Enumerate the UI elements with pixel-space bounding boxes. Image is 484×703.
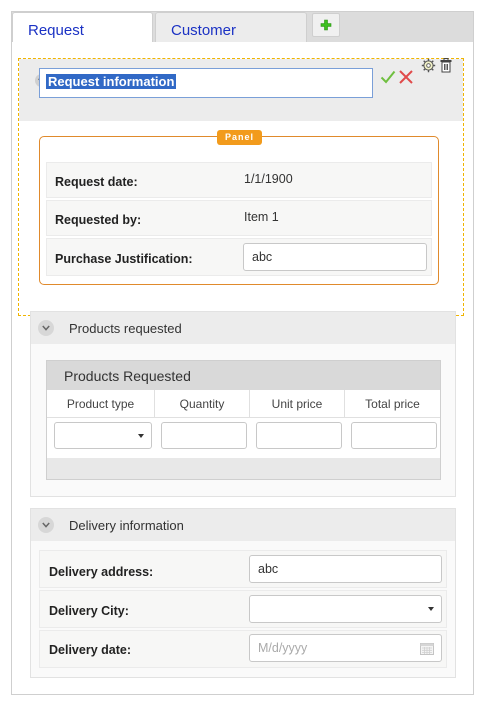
products-section: Products requested Products Requested Pr… bbox=[30, 311, 456, 497]
tab-bar: Request Customer bbox=[12, 12, 473, 43]
request-date-value: 1/1/1900 bbox=[244, 172, 293, 186]
chevron-down-icon[interactable] bbox=[38, 320, 54, 336]
field-row-requested-by: Requested by: Item 1 bbox=[46, 200, 432, 236]
panel-badge: Panel bbox=[217, 130, 263, 145]
column-header-unit-price[interactable]: Unit price bbox=[250, 390, 345, 418]
product-type-select[interactable] bbox=[54, 422, 152, 449]
section-title-text: Request information bbox=[46, 74, 177, 89]
panel-container: Panel Request date: 1/1/1900 Requested b… bbox=[39, 130, 439, 285]
tab-customer[interactable]: Customer bbox=[155, 12, 307, 42]
quantity-input[interactable] bbox=[161, 422, 247, 449]
request-date-label: Request date: bbox=[55, 175, 138, 189]
add-tab-button[interactable] bbox=[312, 13, 340, 37]
delivery-date-input[interactable]: M/d/yyyy bbox=[249, 634, 442, 662]
column-header-quantity[interactable]: Quantity bbox=[155, 390, 250, 418]
requested-by-label: Requested by: bbox=[55, 213, 142, 227]
chevron-down-icon bbox=[428, 607, 434, 611]
delivery-city-label: Delivery City: bbox=[49, 604, 129, 618]
field-row-delivery-date: Delivery date: M/d/yyyy bbox=[39, 630, 447, 668]
delivery-address-label: Delivery address: bbox=[49, 565, 154, 579]
unit-price-input[interactable] bbox=[256, 422, 342, 449]
delivery-date-placeholder: M/d/yyyy bbox=[258, 641, 308, 655]
total-price-input[interactable] bbox=[351, 422, 437, 449]
section-tools bbox=[421, 58, 453, 73]
section-title-input[interactable]: Request information bbox=[39, 68, 373, 98]
add-tab-icon bbox=[320, 19, 332, 31]
requested-by-value: Item 1 bbox=[244, 210, 279, 224]
column-header-total-price[interactable]: Total price bbox=[345, 390, 440, 418]
close-icon[interactable] bbox=[398, 69, 414, 85]
checkmark-icon[interactable] bbox=[380, 69, 396, 85]
products-section-title: Products requested bbox=[69, 321, 182, 336]
products-grid: Products Requested Product type Quantity… bbox=[46, 360, 441, 480]
delivery-address-input[interactable]: abc bbox=[249, 555, 442, 583]
justification-label: Purchase Justification: bbox=[55, 252, 193, 266]
tab-request-label: Request bbox=[28, 22, 84, 39]
field-row-delivery-city: Delivery City: bbox=[39, 590, 447, 628]
field-row-request-date: Request date: 1/1/1900 bbox=[46, 162, 432, 198]
delivery-date-label: Delivery date: bbox=[49, 643, 131, 657]
chevron-down-icon[interactable] bbox=[38, 517, 54, 533]
form-designer: Request Customer Request information Pan… bbox=[11, 11, 474, 695]
settings-icon[interactable] bbox=[421, 58, 436, 73]
calendar-icon[interactable] bbox=[420, 642, 434, 655]
tab-request[interactable]: Request bbox=[12, 12, 153, 43]
table-row bbox=[47, 418, 440, 458]
delivery-city-select[interactable] bbox=[249, 595, 442, 623]
delivery-section: Delivery information Delivery address: a… bbox=[30, 508, 456, 678]
chevron-down-icon bbox=[138, 434, 144, 438]
tab-content: Request information Panel Request date: … bbox=[12, 42, 473, 694]
justification-input[interactable]: abc bbox=[243, 243, 427, 271]
column-header-product-type[interactable]: Product type bbox=[47, 390, 155, 418]
tab-customer-label: Customer bbox=[171, 22, 237, 39]
trash-icon[interactable] bbox=[439, 58, 453, 73]
delivery-section-title: Delivery information bbox=[69, 518, 184, 533]
grid-title: Products Requested bbox=[47, 361, 440, 390]
field-row-justification: Purchase Justification: abc bbox=[46, 238, 432, 276]
field-row-delivery-address: Delivery address: abc bbox=[39, 550, 447, 588]
